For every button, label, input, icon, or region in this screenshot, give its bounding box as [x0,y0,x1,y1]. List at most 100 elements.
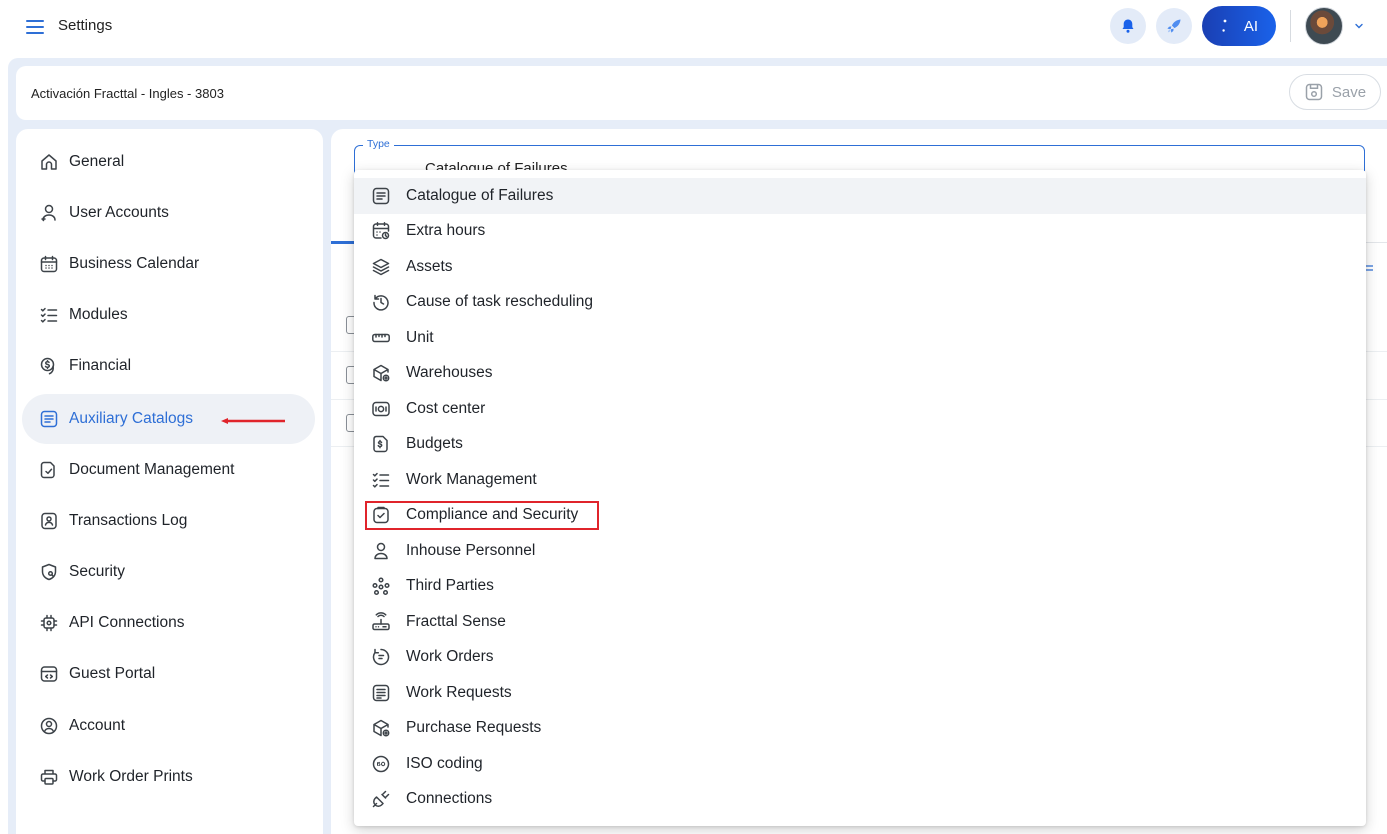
ai-label: AI [1243,17,1259,35]
sidebar-item-document-management[interactable]: Document Management [22,445,315,495]
option-compliance-and-security[interactable]: Compliance and Security [354,498,1366,534]
sidebar-item-account[interactable]: Account [22,701,315,751]
ai-assistant-button[interactable]: AI [1202,6,1276,46]
chevron-down-icon[interactable] [1353,20,1365,32]
calendar-icon [38,253,60,275]
sparkle-icon [1220,18,1230,34]
catalog-icon [38,408,60,430]
sidebar-item-label: General [69,153,125,170]
sidebar-item-user-accounts[interactable]: User Accounts [22,188,315,238]
coins-icon [38,355,60,377]
sidebar-item-work-order-prints[interactable]: Work Order Prints [22,752,315,802]
sidebar-item-guest-portal[interactable]: Guest Portal [22,649,315,699]
option-label: Catalogue of Failures [406,186,554,204]
sidebar-item-label: API Connections [69,614,185,631]
sidebar-item-label: User Accounts [69,204,169,221]
option-assets[interactable]: Assets [354,249,1366,285]
bell-icon [1120,18,1136,34]
sidebar-item-api-connections[interactable]: API Connections [22,598,315,648]
option-connections[interactable]: Connections [354,782,1366,818]
option-label: Cause of task rescheduling [406,293,593,311]
option-label: Connections [406,790,493,808]
sidebar-item-label: Security [69,563,125,580]
option-label: Work Requests [406,683,512,701]
account-icon [38,715,60,737]
option-work-requests[interactable]: Work Requests [354,675,1366,711]
option-budgets[interactable]: Budgets [354,427,1366,463]
save-label: Save [1331,83,1367,101]
option-third-parties[interactable]: Third Parties [354,569,1366,605]
page-title: Settings [58,17,113,34]
type-field-label: Type [363,138,394,150]
sidebar-item-modules[interactable]: Modules [22,290,315,340]
option-work-orders[interactable]: Work Orders [354,640,1366,676]
option-purchase-requests[interactable]: Purchase Requests [354,711,1366,747]
sidebar-item-transactions-log[interactable]: Transactions Log [22,496,315,546]
sidebar-item-label: Work Order Prints [69,768,193,785]
checklist-icon [370,469,391,490]
option-unit[interactable]: Unit [354,320,1366,356]
hamburger-menu-icon[interactable] [24,16,46,38]
option-label: Assets [406,257,453,275]
option-iso-coding[interactable]: ISO coding [354,746,1366,782]
whats-new-button[interactable] [1156,8,1192,44]
sidebar-item-label: Modules [69,306,128,323]
printer-icon [38,766,60,788]
option-label: Cost center [406,399,486,417]
option-fracttal-sense[interactable]: Fracttal Sense [354,604,1366,640]
option-warehouses[interactable]: Warehouses [354,356,1366,392]
cost-center-icon [370,398,391,419]
floppy-disk-icon [1304,82,1324,102]
sidebar-item-general[interactable]: General [22,137,315,187]
option-label: Warehouses [406,364,493,382]
sidebar-item-label: Account [69,717,126,734]
history-icon [370,292,391,313]
plug-icon [370,789,391,810]
sidebar-item-label: Guest Portal [69,665,156,682]
box-plus-icon [370,363,391,384]
sidebar-item-label: Document Management [69,461,235,478]
sidebar-item-label: Business Calendar [69,255,200,272]
option-label: Budgets [406,435,463,453]
type-dropdown-menu: Catalogue of Failures Extra hours Assets… [354,170,1366,826]
sidebar-item-security[interactable]: Security [22,547,315,597]
sidebar-item-business-calendar[interactable]: Business Calendar [22,239,315,289]
iso-icon [370,753,391,774]
option-label: Purchase Requests [406,719,542,737]
clipboard-check-icon [370,505,391,526]
budget-icon [370,434,391,455]
settings-sidebar: General User Accounts Business Calendar … [16,129,323,834]
option-catalogue-of-failures[interactable]: Catalogue of Failures [354,178,1366,214]
sub-header: Activación Fracttal - Ingles - 3803 Save [16,66,1387,120]
box-plus-icon [370,718,391,739]
router-icon [370,611,391,632]
top-actions: AI [1110,6,1365,46]
layers-icon [370,256,391,277]
option-inhouse-personnel[interactable]: Inhouse Personnel [354,533,1366,569]
option-cost-center[interactable]: Cost center [354,391,1366,427]
avatar[interactable] [1305,7,1343,45]
checklist-icon [38,304,60,326]
people-network-icon [370,576,391,597]
option-work-management[interactable]: Work Management [354,462,1366,498]
option-label: Third Parties [406,577,494,595]
work-order-icon [370,647,391,668]
option-cause-of-task-rescheduling[interactable]: Cause of task rescheduling [354,285,1366,321]
list-doc-icon [370,185,391,206]
sidebar-item-label: Financial [69,357,132,374]
option-label: Compliance and Security [406,506,579,524]
sidebar-item-financial[interactable]: Financial [22,341,315,391]
work-request-icon [370,682,391,703]
log-icon [38,510,60,532]
save-button[interactable]: Save [1289,74,1381,110]
active-tab-indicator [331,241,355,244]
calendar-clock-icon [370,221,391,242]
portal-icon [38,663,60,685]
notifications-button[interactable] [1110,8,1146,44]
option-label: Inhouse Personnel [406,541,536,559]
option-label: Unit [406,328,434,346]
option-extra-hours[interactable]: Extra hours [354,214,1366,250]
sidebar-item-auxiliary-catalogs[interactable]: Auxiliary Catalogs [22,394,315,444]
top-bar: Settings AI [0,0,1387,56]
annotation-arrow-icon [221,418,285,424]
